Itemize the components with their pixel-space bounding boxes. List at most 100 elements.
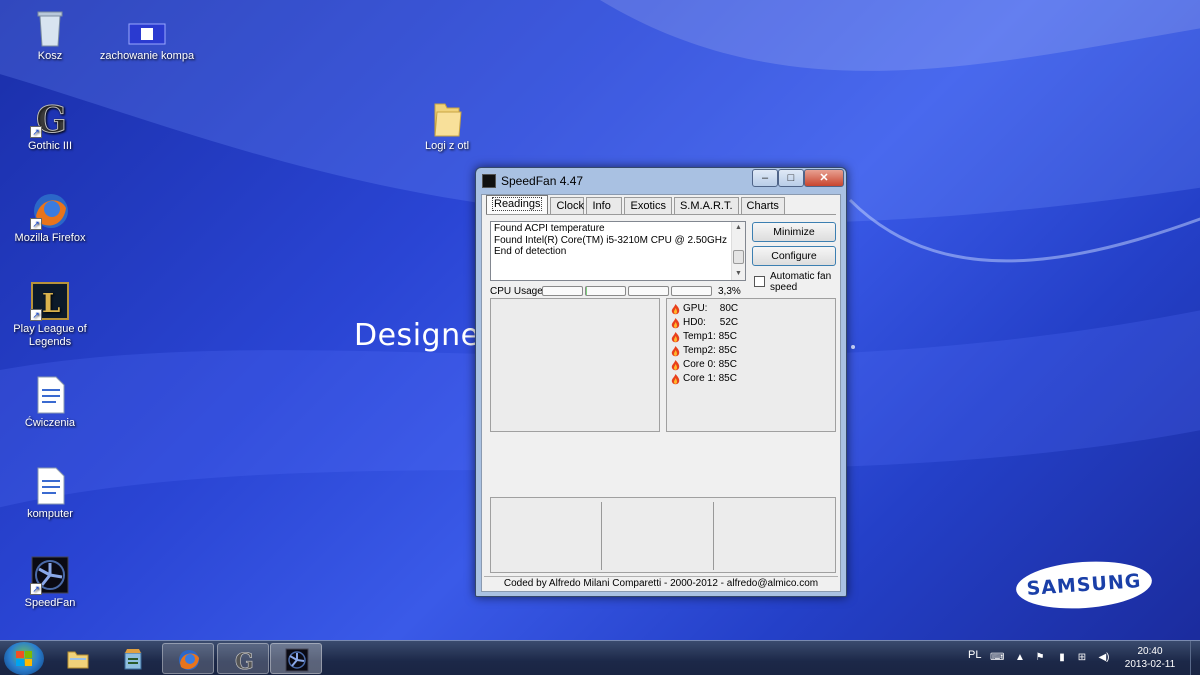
app-window-icon (127, 18, 167, 48)
speedfan-small-icon (482, 174, 496, 188)
reading-row: HD0: 52C (667, 316, 835, 330)
reading-value: 52C (719, 317, 739, 328)
reading-name: HD0: (683, 317, 706, 328)
desktop-icon-firefox[interactable]: ↗ Mozilla Firefox (0, 190, 100, 245)
show-hidden-icons-icon[interactable]: ▲ (1014, 652, 1026, 664)
window-titlebar[interactable]: SpeedFan 4.47 – □ ✕ (476, 168, 846, 194)
desktop-icon-folder[interactable]: Logi z otl (397, 98, 497, 153)
tab-info[interactable]: Info (586, 197, 623, 214)
temperatures-panel: GPU: 80C HD0: 52C Temp1: 85C Temp2: 85C … (666, 298, 836, 432)
scroll-up-icon[interactable]: ▲ (732, 222, 745, 234)
speedfan-icon: ↗ (30, 555, 70, 595)
tab-label: Readings (492, 197, 543, 211)
clock-time: 20:40 (1137, 646, 1163, 657)
reading-name: Temp1: (683, 331, 716, 342)
keyboard-icon[interactable]: ⌨ (990, 652, 1004, 664)
scroll-thumb[interactable] (733, 250, 744, 264)
reading-row: Temp2: 85C (667, 344, 835, 358)
tab-charts[interactable]: Charts (740, 197, 785, 214)
cpu-usage-label: CPU Usage (490, 286, 543, 297)
shortcut-arrow-icon: ↗ (30, 583, 42, 595)
tab-clock[interactable]: Clock (550, 197, 585, 214)
desktop-icon-komputer[interactable]: komputer (0, 466, 100, 521)
window-maximize-button[interactable]: □ (778, 169, 804, 187)
language-indicator[interactable]: PL (968, 649, 981, 661)
desktop-icon-gothic[interactable]: G ↗ Gothic III (0, 98, 100, 153)
desktop-icon-label: komputer (27, 508, 73, 520)
svg-text:G: G (235, 649, 254, 672)
tab-exotics[interactable]: Exotics (624, 197, 672, 214)
taskbar-gothic[interactable]: G (217, 643, 269, 674)
desktop-icon-cwiczenia[interactable]: Ćwiczenia (0, 375, 100, 430)
recycle-bin-icon (30, 8, 70, 48)
flame-icon (671, 332, 680, 343)
checkbox-box[interactable] (754, 276, 765, 287)
tab-smart[interactable]: S.M.A.R.T. (673, 197, 739, 214)
minimize-button[interactable]: Minimize (752, 222, 836, 242)
cpu-meter (585, 286, 626, 296)
log-line: Found Intel(R) Core(TM) i5-3210M CPU @ 2… (494, 234, 727, 246)
svg-text:L: L (42, 289, 60, 319)
volume-icon[interactable]: ◀) (1098, 652, 1110, 664)
reading-row: Temp1: 85C (667, 330, 835, 344)
desktop-icon-recycle-bin[interactable]: Kosz (0, 8, 100, 63)
desktop-icon-label: Gothic III (27, 140, 73, 152)
desktop-icon-label: Mozilla Firefox (14, 232, 86, 244)
flame-icon (671, 304, 680, 315)
folder-icon (427, 98, 467, 138)
gothic-icon: G (235, 649, 254, 672)
clock-date: 2013-02-11 (1124, 659, 1176, 670)
show-desktop-button[interactable] (1190, 641, 1200, 675)
shortcut-arrow-icon: ↗ (30, 126, 42, 138)
document-icon (30, 466, 70, 506)
document-icon (30, 375, 70, 415)
taskbar-clock[interactable]: 20:40 2013-02-11 (1120, 645, 1180, 671)
reading-name: Core 1: (683, 373, 716, 384)
tab-separator (486, 214, 836, 215)
log-line: Found ACPI temperature (494, 223, 605, 234)
tab-strip: Readings Clock Info Exotics S.M.A.R.T. C… (486, 195, 787, 215)
folder-icon (67, 651, 89, 669)
firefox-icon (179, 650, 199, 670)
log-line: End of detection (494, 246, 567, 257)
battery-icon[interactable]: ▮ (1056, 652, 1068, 664)
taskbar-recycle-app[interactable] (107, 643, 159, 674)
reading-name: Temp2: (683, 345, 716, 356)
tab-readings[interactable]: Readings (486, 195, 549, 214)
log-scrollbar[interactable]: ▲ ▼ (731, 222, 745, 280)
cpu-meter-fill (586, 287, 588, 295)
voltages-panel (490, 497, 836, 573)
taskbar-windows-explorer[interactable] (52, 643, 104, 674)
firefox-icon: ↗ (30, 190, 70, 230)
column-divider (713, 502, 714, 570)
window-minimize-button[interactable]: – (752, 169, 778, 187)
window-client-area: Readings Clock Info Exotics S.M.A.R.T. C… (481, 194, 841, 592)
reading-value: 85C (718, 373, 737, 384)
scroll-down-icon[interactable]: ▼ (732, 268, 745, 280)
speedfan-window: SpeedFan 4.47 – □ ✕ Readings Clock Info … (475, 167, 847, 597)
taskbar-firefox[interactable] (162, 643, 214, 674)
network-icon[interactable]: ⊞ (1076, 652, 1088, 664)
taskbar: G PL ⌨ ▲ ⚑ ▮ ⊞ ◀) 20:40 2013-02-11 (0, 640, 1200, 675)
flame-icon (671, 346, 680, 357)
desktop-icon-league[interactable]: L ↗ Play League of Legends (0, 281, 100, 349)
column-divider (601, 502, 602, 570)
start-button[interactable] (4, 642, 44, 675)
action-center-flag-icon[interactable]: ⚑ (1034, 652, 1046, 664)
reading-name: Core 0: (683, 359, 716, 370)
configure-button[interactable]: Configure (752, 246, 836, 266)
reading-value: 85C (718, 345, 737, 356)
desktop-icon-label: SpeedFan (24, 597, 76, 609)
checkbox-label: Automatic fan speed (770, 271, 832, 293)
cpu-meter (542, 286, 583, 296)
detection-log[interactable]: Found ACPI temperature Found Intel(R) Co… (490, 221, 746, 281)
desktop-icon-zachowanie[interactable]: zachowanie kompa (97, 18, 197, 63)
flame-icon (671, 318, 680, 329)
desktop-icon-label: Logi z otl (424, 140, 470, 152)
desktop-icon-speedfan[interactable]: ↗ SpeedFan (0, 555, 100, 610)
window-close-button[interactable]: ✕ (804, 169, 844, 187)
gothic-icon: G ↗ (30, 98, 70, 142)
desktop-icon-label: Play League of Legends (13, 323, 87, 348)
flame-icon (671, 374, 680, 385)
taskbar-speedfan[interactable] (270, 643, 322, 674)
